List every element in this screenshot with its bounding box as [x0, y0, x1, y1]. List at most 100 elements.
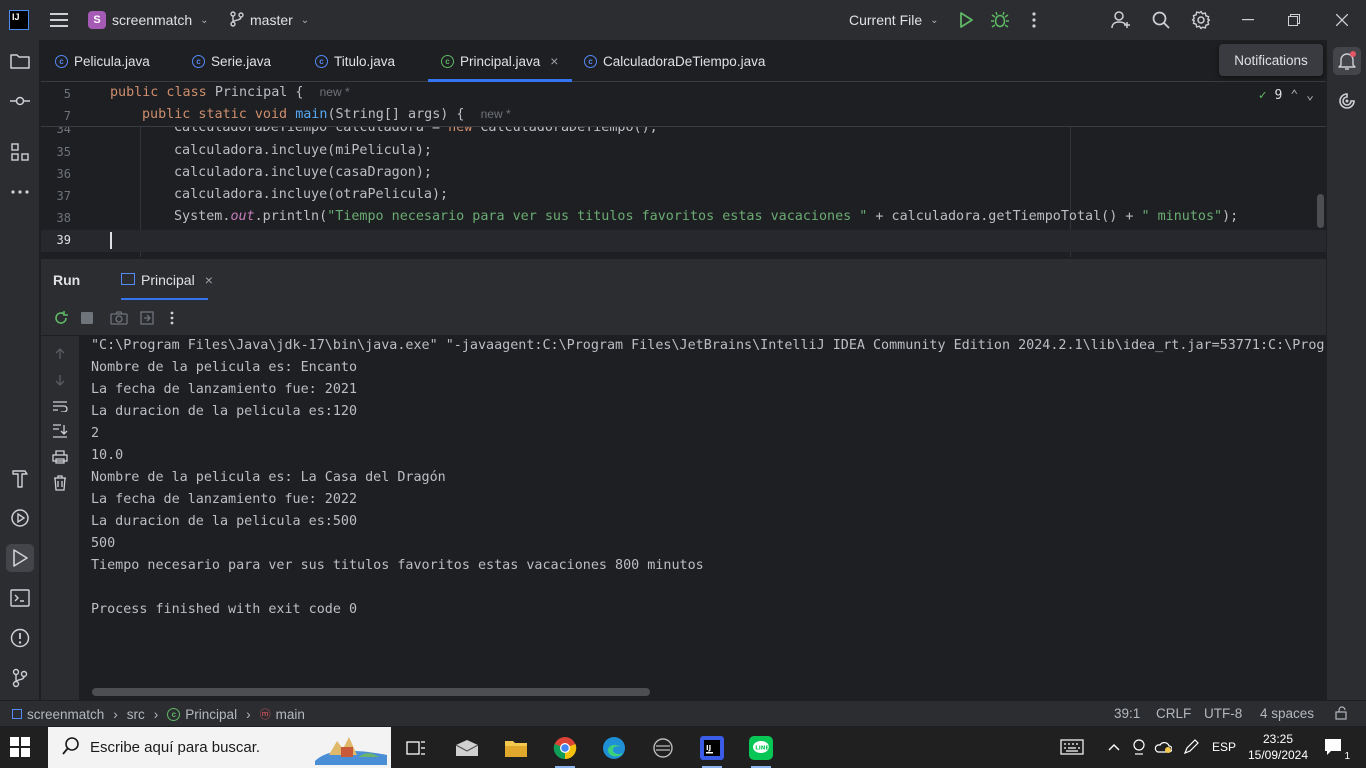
method-icon: ⓜ [259, 709, 271, 721]
intellij-idea-icon[interactable]: IJ [699, 735, 725, 768]
project-selector[interactable]: S screenmatch ⌄ [88, 9, 209, 31]
console-line: 10.0 [91, 448, 124, 463]
close-tab-icon[interactable]: × [550, 53, 558, 69]
sticky-line[interactable]: public class Principal { new * [110, 85, 350, 100]
console-line: Nombre de la pelicula es: Encanto [91, 360, 358, 375]
tab-calculadora-de-tiempo[interactable]: c CalculadoraDeTiempo.java [584, 40, 765, 82]
code-editor[interactable]: 34 CalculadoraDeTiempo calculadora = new… [41, 82, 1326, 257]
run-configuration-selector[interactable]: Current File ⌄ [849, 9, 939, 31]
breadcrumb-item[interactable]: Principal [185, 707, 237, 722]
debug-icon[interactable] [990, 10, 1010, 30]
settings-gear-icon[interactable] [1191, 10, 1211, 30]
mail-icon[interactable] [454, 735, 480, 761]
breadcrumb: screenmatch › src › c Principal › ⓜ main [12, 706, 305, 722]
indent-setting[interactable]: 4 spaces [1260, 706, 1314, 721]
pen-icon[interactable] [1182, 738, 1200, 756]
run-panel-title: Run [53, 272, 81, 288]
intellij-logo-icon[interactable]: IJ [9, 10, 29, 30]
stop-icon[interactable] [77, 308, 97, 328]
lock-icon[interactable] [1335, 706, 1349, 720]
onedrive-cloud-icon[interactable] [1154, 738, 1172, 756]
soft-wrap-icon[interactable] [50, 396, 70, 416]
sticky-line[interactable]: public static void main(String[] args) {… [142, 107, 511, 122]
console-line: Tiempo necesario para ver sus titulos fa… [91, 558, 704, 573]
chevron-up-icon[interactable]: ⌃ [1290, 88, 1298, 103]
breadcrumb-item[interactable]: main [276, 707, 305, 722]
code-token: { [287, 85, 304, 100]
editor-vertical-scrollbar[interactable] [1317, 194, 1324, 228]
tab-label: Titulo.java [334, 53, 396, 69]
file-explorer-icon[interactable] [503, 735, 529, 761]
minimize-window-icon[interactable] [1238, 10, 1258, 30]
file-encoding[interactable]: UTF-8 [1204, 706, 1242, 721]
restore-window-icon[interactable] [1284, 10, 1304, 30]
problems-icon[interactable] [6, 624, 34, 652]
build-hammer-icon[interactable] [6, 464, 34, 492]
commit-icon[interactable] [6, 87, 34, 115]
close-window-icon[interactable] [1332, 10, 1352, 30]
breadcrumb-item[interactable]: src [127, 707, 145, 722]
task-view-icon[interactable] [403, 735, 429, 761]
camera-icon[interactable] [109, 308, 129, 328]
breadcrumb-item[interactable]: screenmatch [27, 707, 104, 722]
caret-position[interactable]: 39:1 [1114, 706, 1140, 721]
chevron-up-icon[interactable] [1105, 738, 1123, 756]
tab-pelicula[interactable]: c Pelicula.java [55, 40, 150, 82]
close-tab-icon[interactable]: × [205, 272, 213, 288]
taskbar-search-box[interactable]: Escribe aquí para buscar. [48, 727, 391, 768]
arrow-down-icon[interactable] [50, 370, 70, 390]
line-messenger-icon[interactable]: LINE [748, 735, 774, 768]
project-badge: S [88, 11, 106, 29]
webcam-icon[interactable] [1130, 738, 1148, 756]
more-options-icon[interactable] [162, 308, 182, 328]
add-user-icon[interactable] [1111, 10, 1131, 30]
windows-start-icon[interactable] [10, 737, 32, 759]
chevron-down-icon[interactable]: ⌄ [1306, 88, 1314, 103]
edge-icon[interactable] [601, 735, 627, 761]
language-indicator[interactable]: ESP [1212, 738, 1236, 756]
string-literal: " minutos" [1141, 209, 1223, 224]
structure-icon[interactable] [6, 138, 34, 166]
services-icon[interactable] [6, 504, 34, 532]
app-icon[interactable] [650, 735, 676, 761]
git-icon[interactable] [6, 664, 34, 692]
line-number: 37 [56, 189, 71, 203]
line-separator[interactable]: CRLF [1156, 706, 1191, 721]
trash-icon[interactable] [50, 473, 70, 493]
restore-layout-icon[interactable] [137, 308, 157, 328]
console-horizontal-scrollbar[interactable] [92, 688, 650, 696]
chrome-icon[interactable] [552, 735, 578, 768]
notifications-bell-icon[interactable] [1333, 47, 1361, 75]
keyboard-icon[interactable] [1059, 738, 1085, 756]
run-tab-principal[interactable]: Principal × [121, 259, 213, 301]
project-folder-icon[interactable] [6, 47, 34, 75]
chevron-right-icon: › [246, 706, 251, 722]
more-tool-windows-icon[interactable] [6, 178, 34, 206]
inspection-widget[interactable]: ✓ 9 ⌃ ⌄ [1259, 88, 1314, 103]
main-menu-icon[interactable] [49, 10, 69, 30]
more-actions-icon[interactable] [1024, 10, 1044, 30]
search-icon[interactable] [1151, 10, 1171, 30]
system-clock[interactable]: 23:25 15/09/2024 [1245, 731, 1311, 763]
ai-assistant-icon[interactable] [1333, 87, 1361, 115]
run-tool-window-icon[interactable] [6, 544, 34, 572]
tab-titulo[interactable]: c Titulo.java [315, 40, 395, 82]
terminal-icon[interactable] [6, 584, 34, 612]
tab-label: CalculadoraDeTiempo.java [603, 53, 766, 69]
rerun-icon[interactable] [51, 308, 71, 328]
scroll-to-end-icon[interactable] [50, 421, 70, 441]
tab-principal[interactable]: c Principal.java × [428, 40, 572, 82]
run-icon[interactable] [956, 10, 976, 30]
chevron-down-icon: ⌄ [300, 14, 310, 26]
notification-center-icon[interactable]: 1 [1322, 738, 1350, 762]
chevron-right-icon: › [153, 706, 159, 722]
print-icon[interactable] [50, 447, 70, 467]
code-token: main [295, 107, 328, 122]
run-tab-label: Principal [141, 272, 195, 288]
code-token: + calculadora.getTiempoTotal() + [867, 209, 1142, 224]
branch-selector[interactable]: master ⌄ [230, 9, 309, 31]
module-icon [12, 707, 22, 722]
tab-serie[interactable]: c Serie.java [192, 40, 271, 82]
console-output[interactable]: "C:\Program Files\Java\jdk-17\bin\java.e… [80, 336, 1326, 700]
arrow-up-icon[interactable] [50, 344, 70, 364]
